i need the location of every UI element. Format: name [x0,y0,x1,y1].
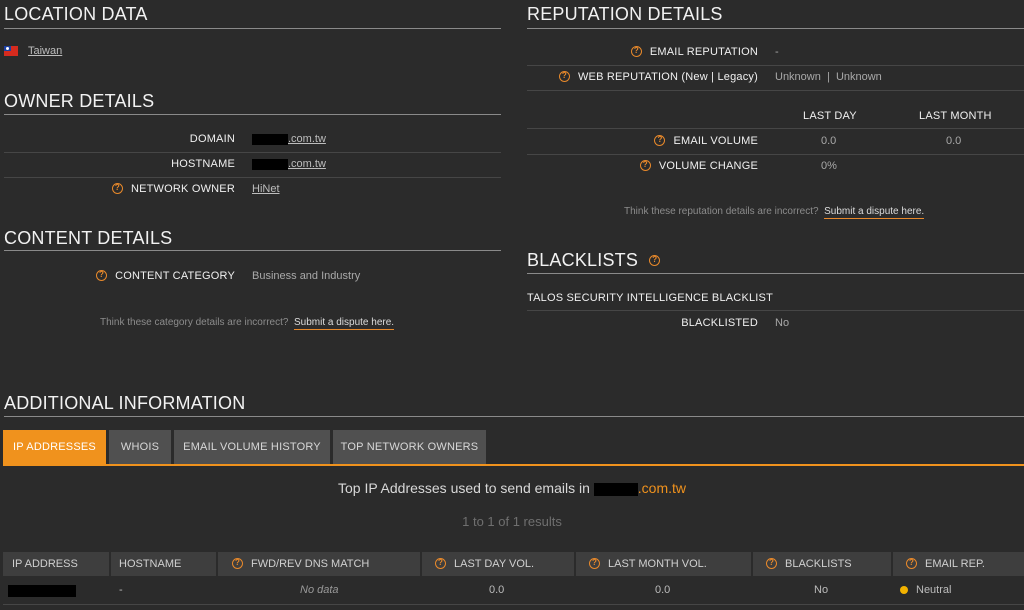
heading-domain-link[interactable]: .com.tw [638,480,686,496]
web-reputation-value: Unknown | Unknown [775,71,882,83]
tab-ip-addresses[interactable]: IP ADDRESSES [3,430,106,464]
help-icon[interactable]: ? [639,159,651,171]
reputation-divider [527,28,1024,29]
help-icon[interactable]: ? [630,45,642,57]
blacklist-source-label: TALOS SECURITY INTELLIGENCE BLACKLIST [527,292,774,304]
th-email-rep[interactable]: ? EMAIL REP. [906,552,985,576]
reputation-dispute-link[interactable]: Submit a dispute here. [824,206,925,219]
col-separator [109,552,111,576]
help-icon[interactable]: ? [232,557,243,569]
row-divider [3,604,1024,605]
content-category-value: Business and Industry [252,270,361,282]
col-header-last-month: LAST MONTH [919,110,992,122]
row-divider [527,154,1024,155]
th-last-day-vol[interactable]: ? LAST DAY VOL. [435,552,534,576]
tab-top-network-owners[interactable]: TOP NETWORK OWNERS [333,430,486,464]
blacklists-section-title: BLACKLISTS ? [527,250,668,271]
col-separator [574,552,576,576]
cell-hostname: - [119,584,123,596]
th-ip-address[interactable]: IP ADDRESS [12,552,78,576]
col-separator [420,552,422,576]
th-dns-match[interactable]: ? FWD/REV DNS MATCH [232,552,369,576]
redacted-block [252,133,288,145]
content-category-label: ? CONTENT CATEGORY [96,269,235,282]
content-divider [4,250,501,251]
row-divider [527,310,1024,311]
content-section-title: CONTENT DETAILS [4,228,173,248]
blacklisted-value: No [775,317,790,329]
col-separator [216,552,218,576]
tab-underline [3,464,1024,466]
th-blacklists[interactable]: ? BLACKLISTS [766,552,852,576]
th-last-month-vol[interactable]: ? LAST MONTH VOL. [589,552,707,576]
network-owner-label: ? NETWORK OWNER [111,182,235,195]
owner-divider [4,114,501,115]
redacted-block [8,585,76,598]
row-divider [527,90,1024,91]
help-icon[interactable]: ? [111,182,123,194]
blacklists-divider [527,273,1024,274]
col-separator [751,552,753,576]
help-icon[interactable]: ? [649,254,661,266]
location-divider [4,28,501,29]
cell-last-month-vol: 0.0 [655,584,671,596]
tab-whois[interactable]: WHOIS [109,430,171,464]
taiwan-flag-icon [4,46,18,57]
location-section-title: LOCATION DATA [4,4,148,24]
domain-value[interactable]: .com.tw [252,133,326,145]
reputation-dispute-note: Think these reputation details are incor… [624,206,925,219]
content-dispute-note: Think these category details are incorre… [100,317,395,330]
help-icon[interactable]: ? [589,557,600,569]
col-header-last-day: LAST DAY [803,110,857,122]
volume-change-last-day: 0% [821,160,837,172]
neutral-status-dot [900,586,908,595]
cell-dns-match: No data [300,584,339,596]
row-divider [527,128,1024,129]
help-icon[interactable]: ? [558,70,570,82]
th-hostname[interactable]: HOSTNAME [119,552,181,576]
content-dispute-link[interactable]: Submit a dispute here. [294,317,395,330]
ip-table-heading: Top IP Addresses used to send emails in … [337,480,686,496]
email-volume-last-month: 0.0 [946,135,962,147]
additional-divider [4,416,1024,417]
owner-section-title: OWNER DETAILS [4,91,155,111]
row-divider [4,177,501,178]
cell-ip-address[interactable] [8,585,76,598]
email-volume-label: ? EMAIL VOLUME [654,134,758,147]
row-divider [4,152,501,153]
results-count: 1 to 1 of 1 results [462,514,562,529]
redacted-block [252,158,288,170]
volume-change-label: ? VOLUME CHANGE [639,159,758,172]
email-reputation-label: ? EMAIL REPUTATION [630,45,758,58]
tab-email-volume-history[interactable]: EMAIL VOLUME HISTORY [174,430,330,464]
hostname-label: HOSTNAME [171,158,235,170]
domain-label: DOMAIN [189,133,235,145]
web-reputation-label: ? WEB REPUTATION (New | Legacy) [558,70,758,83]
hostname-value[interactable]: .com.tw [252,158,326,170]
email-reputation-value: - [775,46,779,58]
redacted-block [593,482,638,496]
blacklisted-label: BLACKLISTED [681,317,758,329]
cell-email-rep: Neutral [900,584,951,596]
help-icon[interactable]: ? [654,134,666,146]
email-volume-last-day: 0.0 [821,135,837,147]
col-separator [891,552,893,576]
row-divider [527,65,1024,66]
network-owner-value[interactable]: HiNet [252,183,280,195]
help-icon[interactable]: ? [766,557,777,569]
help-icon[interactable]: ? [435,557,446,569]
help-icon[interactable]: ? [96,269,108,281]
additional-section-title: ADDITIONAL INFORMATION [4,393,246,413]
location-country[interactable]: Taiwan [4,45,62,57]
reputation-section-title: REPUTATION DETAILS [527,4,723,24]
help-icon[interactable]: ? [906,557,917,569]
cell-blacklists: No [814,584,829,596]
cell-last-day-vol: 0.0 [489,584,505,596]
